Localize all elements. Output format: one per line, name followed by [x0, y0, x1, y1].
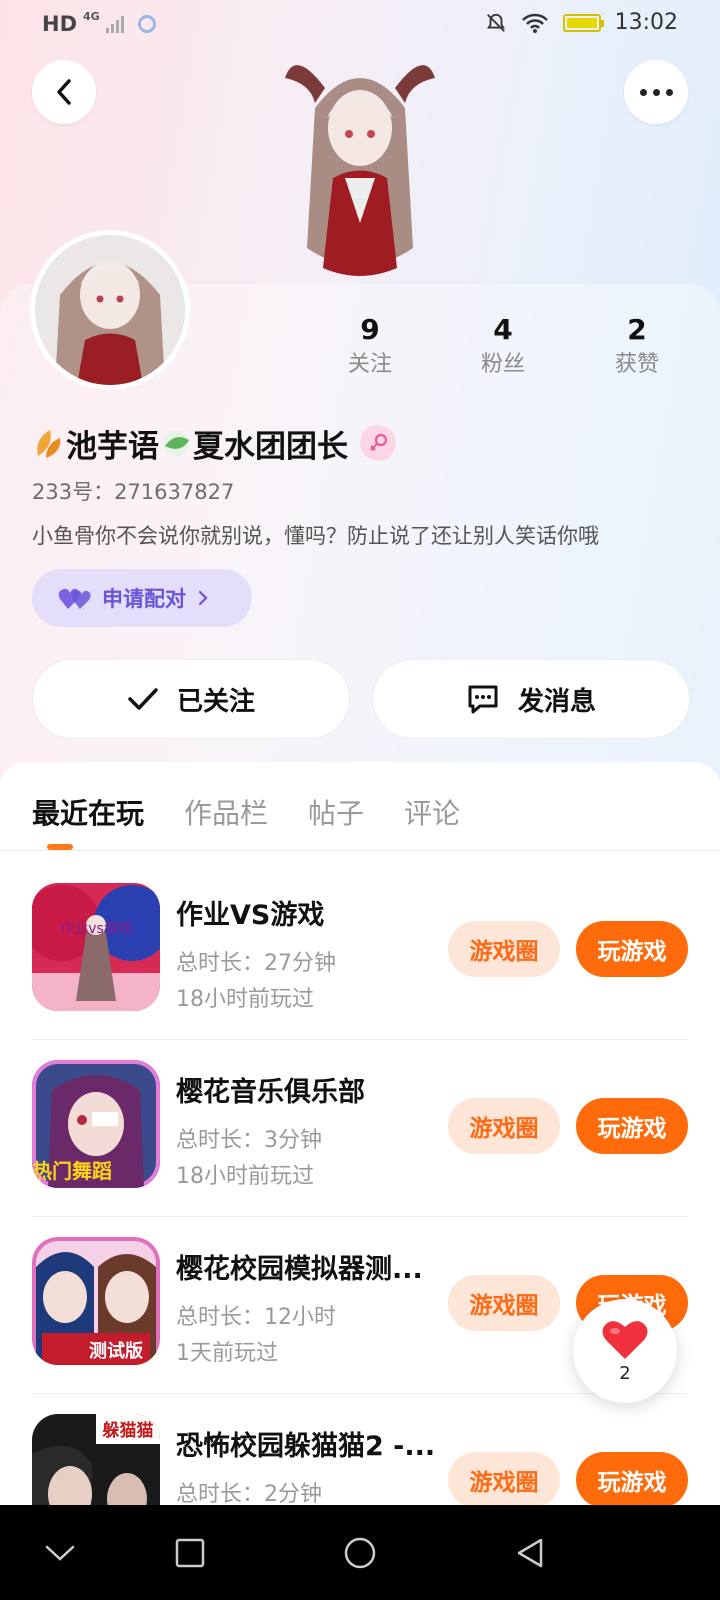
followers-count: 4 — [493, 313, 513, 346]
game-title: 樱花校园模拟器测... — [176, 1254, 423, 1285]
chevron-down-icon — [45, 1545, 75, 1561]
triangle-back-icon — [517, 1538, 543, 1568]
nav-collapse-button[interactable] — [36, 1529, 84, 1577]
more-options-button[interactable] — [624, 60, 688, 124]
game-last-played: 18小时前玩过 — [176, 1164, 314, 1189]
send-message-label: 发消息 — [517, 686, 596, 717]
tab-comments[interactable]: 评论 — [404, 790, 460, 838]
status-bar: HD 4G 13:02 — [0, 0, 720, 50]
game-duration: 总时长：2分钟 — [176, 1482, 322, 1507]
tab-recently-played[interactable]: 最近在玩 — [32, 790, 144, 838]
tabs-divider — [0, 850, 720, 851]
clock: 13:02 — [614, 10, 678, 35]
tab-works[interactable]: 作品栏 — [184, 790, 268, 838]
signal-icon — [105, 15, 124, 33]
nav-recents-button[interactable] — [166, 1529, 214, 1577]
double-heart-icon — [58, 588, 91, 609]
following-label: 关注 — [347, 352, 392, 377]
heart-icon — [602, 1320, 648, 1359]
game-last-played: 1天前玩过 — [176, 1341, 278, 1366]
play-game-button[interactable]: 玩游戏 — [576, 1452, 688, 1508]
username-suffix: 夏水团团长 — [193, 428, 348, 465]
send-message-button[interactable]: 发消息 — [372, 659, 690, 739]
stat-followers[interactable]: 4 粉丝 — [453, 312, 553, 380]
username-row: 池芋语 夏水团团长 — [32, 420, 396, 466]
gender-female-badge — [360, 425, 396, 461]
more-icon — [639, 88, 673, 96]
game-circle-button[interactable]: 游戏圈 — [448, 1275, 560, 1331]
game-duration: 总时长：3分钟 — [176, 1128, 322, 1153]
request-pair-label: 申请配对 — [102, 587, 186, 611]
leaf-emoji-icon — [37, 430, 61, 458]
fish-emoji-icon — [163, 430, 189, 456]
stat-likes[interactable]: 2 获赞 — [587, 312, 687, 380]
game-list-item[interactable]: 热门舞蹈 樱花音乐俱乐部 总时长：3分钟 18小时前玩过 游戏圈 玩游戏 — [32, 1040, 688, 1217]
wifi-icon — [521, 13, 548, 33]
game-circle-button[interactable]: 游戏圈 — [448, 1452, 560, 1508]
game-duration: 总时长：27分钟 — [176, 951, 336, 976]
circle-icon — [344, 1537, 376, 1569]
chat-bubble-icon — [468, 685, 498, 714]
svg-text:热门舞蹈: 热门舞蹈 — [32, 1159, 112, 1183]
profile-tabs: 最近在玩 作品栏 帖子 评论 — [32, 790, 460, 838]
svg-text:作业vs游戏: 作业vs游戏 — [60, 921, 132, 937]
profile-character-image — [285, 65, 435, 276]
chevron-right-icon — [198, 590, 208, 606]
followed-button[interactable]: 已关注 — [32, 659, 350, 739]
play-game-button[interactable]: 玩游戏 — [576, 1098, 688, 1154]
likes-label: 获赞 — [614, 352, 659, 377]
stat-following[interactable]: 9 关注 — [320, 312, 420, 380]
female-symbol-icon — [370, 433, 388, 451]
username: 池芋语 — [66, 428, 159, 465]
game-icon: 作业vs游戏 — [32, 883, 160, 1011]
avatar[interactable] — [30, 230, 190, 390]
request-pair-button[interactable]: 申请配对 — [32, 569, 252, 627]
battery-icon — [562, 13, 604, 32]
tab-posts[interactable]: 帖子 — [308, 790, 364, 838]
system-navigation-bar — [0, 1505, 720, 1600]
followed-label: 已关注 — [176, 686, 255, 717]
like-floating-button[interactable]: 2 — [573, 1299, 677, 1403]
nav-home-button[interactable] — [336, 1529, 384, 1577]
network-type-label: 4G — [83, 9, 100, 23]
followers-label: 粉丝 — [480, 352, 525, 377]
game-title: 樱花音乐俱乐部 — [176, 1077, 365, 1108]
square-icon — [175, 1538, 205, 1568]
avatar-image — [35, 235, 185, 385]
game-list-item[interactable]: 作业vs游戏 作业VS游戏 总时长：27分钟 18小时前玩过 游戏圈 玩游戏 — [32, 863, 688, 1040]
checkmark-icon — [128, 688, 158, 710]
game-last-played: 18小时前玩过 — [176, 987, 314, 1012]
profile-stats: 9 关注 4 粉丝 2 获赞 — [320, 312, 700, 382]
network-hd-label: HD — [42, 12, 78, 36]
chevron-left-icon — [57, 79, 71, 105]
game-title: 恐怖校园躲猫猫2 -... — [176, 1431, 436, 1462]
mute-bell-icon — [486, 13, 505, 32]
game-icon: 热门舞蹈 — [32, 1060, 160, 1188]
user-id: 233号：271637827 — [32, 480, 235, 504]
svg-text:测试版: 测试版 — [89, 1340, 143, 1362]
game-circle-button[interactable]: 游戏圈 — [448, 921, 560, 977]
like-count: 2 — [619, 1362, 631, 1384]
game-title: 作业VS游戏 — [176, 900, 325, 931]
following-count: 9 — [360, 313, 380, 346]
back-button[interactable] — [32, 60, 96, 124]
likes-count: 2 — [627, 313, 647, 346]
nav-back-button[interactable] — [506, 1529, 554, 1577]
user-bio: 小鱼骨你不会说你就别说，懂吗？防止说了还让别人笑话你哦 — [32, 524, 599, 548]
svg-text:躲猫猫: 躲猫猫 — [103, 1420, 154, 1441]
play-game-button[interactable]: 玩游戏 — [576, 921, 688, 977]
game-circle-button[interactable]: 游戏圈 — [448, 1098, 560, 1154]
game-duration: 总时长：12小时 — [176, 1305, 336, 1330]
app-notification-icon — [137, 15, 156, 33]
game-icon: 测试版 — [32, 1237, 160, 1365]
